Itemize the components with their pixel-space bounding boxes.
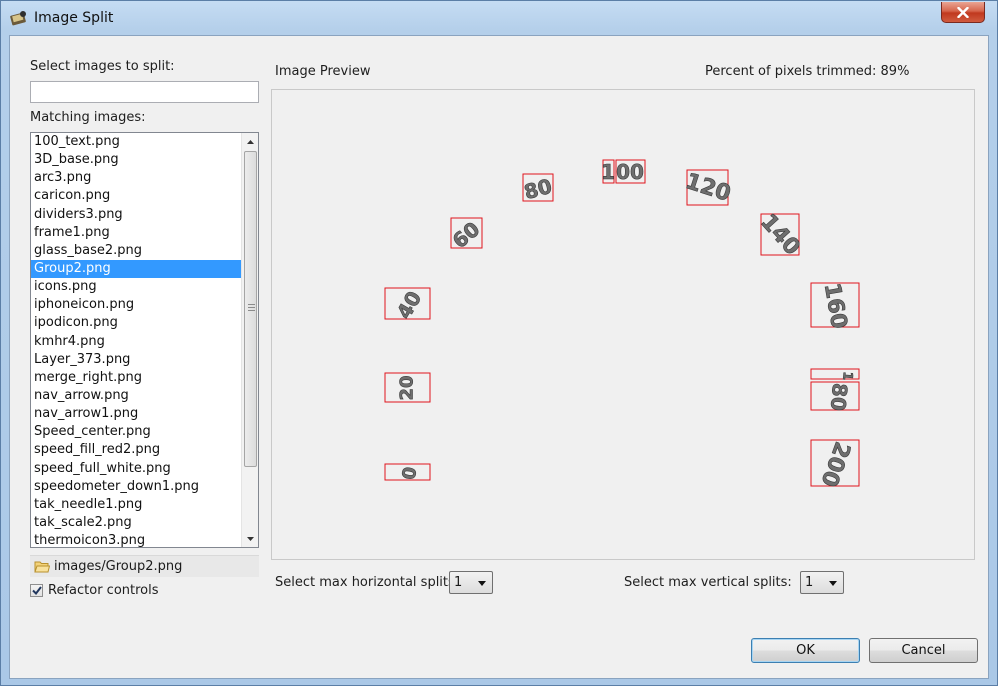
- list-item[interactable]: merge_right.png: [31, 369, 258, 387]
- scroll-up-button[interactable]: [242, 133, 258, 150]
- folder-icon: [34, 561, 50, 573]
- list-item[interactable]: kmhr4.png: [31, 333, 258, 351]
- list-item[interactable]: frame1.png: [31, 224, 258, 242]
- ok-button[interactable]: OK: [751, 638, 860, 663]
- close-icon: [957, 6, 969, 18]
- preview-number-text: 160: [819, 281, 852, 331]
- preview-number-segment: 140: [755, 209, 805, 261]
- preview-number-text: 20: [397, 375, 418, 400]
- preview-number-text: 0: [397, 465, 420, 481]
- list-item[interactable]: tak_scale2.png: [31, 514, 258, 532]
- preview-number-text: 1: [601, 160, 615, 184]
- matching-images-list[interactable]: 100_text.png 3D_base.png arc3.png caricon.p…: [30, 132, 259, 548]
- list-item[interactable]: iphoneicon.png: [31, 296, 258, 314]
- horizontal-splits-value: 1: [454, 575, 463, 590]
- dialog-body: Select images to split: Matching images:…: [9, 35, 989, 679]
- preview-number-segment: 20: [384, 372, 431, 403]
- list-item[interactable]: speed_fill_red2.png: [31, 441, 258, 459]
- list-item[interactable]: 3D_base.png: [31, 151, 258, 169]
- preview-number-segment: 160: [810, 281, 860, 331]
- list-item[interactable]: arc3.png: [31, 169, 258, 187]
- list-item[interactable]: caricon.png: [31, 187, 258, 205]
- vertical-splits-select[interactable]: 1: [800, 571, 844, 594]
- list-item[interactable]: nav_arrow.png: [31, 387, 258, 405]
- horizontal-splits-label: Select max horizontal splits:: [275, 575, 460, 590]
- chevron-up-icon: [247, 139, 254, 144]
- preview-number-segment: 00: [615, 159, 646, 184]
- select-images-label: Select images to split:: [30, 59, 175, 74]
- preview-number-segment: 1: [810, 368, 860, 381]
- preview-number-text: 40: [392, 287, 427, 323]
- preview-number-segment: 120: [682, 169, 734, 208]
- preview-image: 0204060801 00 120140160180200: [384, 159, 860, 490]
- dropdown-arrow-icon: [829, 581, 837, 586]
- cancel-button[interactable]: Cancel: [869, 638, 978, 663]
- list-item[interactable]: nav_arrow1.png: [31, 405, 258, 423]
- preview-number-text: 140: [755, 210, 804, 261]
- image-split-dialog: Image Split Select images to split: Matc…: [0, 0, 998, 686]
- list-items: 100_text.png 3D_base.png arc3.png caricon.p…: [31, 133, 258, 547]
- preview-number-segment: 200: [810, 438, 860, 490]
- image-preview-canvas: 0 20 40 60 80 1 00 120 140 160 1 80 200: [271, 89, 975, 560]
- preview-number-segment: 40: [384, 287, 431, 323]
- preview-number-text: 00: [616, 160, 644, 184]
- preview-number-text: 200: [815, 438, 854, 490]
- title-bar[interactable]: Image Split: [1, 1, 997, 35]
- vertical-splits-label: Select max vertical splits:: [624, 575, 792, 590]
- refactor-controls-checkbox[interactable]: [30, 584, 43, 597]
- checkmark-icon: [31, 586, 42, 595]
- preview-number-segment: 1: [601, 159, 615, 184]
- preview-number-text: 1: [839, 371, 855, 381]
- list-item[interactable]: tak_needle1.png: [31, 496, 258, 514]
- scroll-down-button[interactable]: [242, 530, 258, 547]
- list-item[interactable]: speed_full_white.png: [31, 460, 258, 478]
- image-filter-input[interactable]: [30, 81, 259, 103]
- list-item[interactable]: Group2.png: [31, 259, 258, 279]
- matching-images-label: Matching images:: [30, 110, 146, 125]
- list-item[interactable]: ipodicon.png: [31, 314, 258, 332]
- list-item[interactable]: glass_base2.png: [31, 242, 258, 260]
- list-item[interactable]: speedometer_down1.png: [31, 478, 258, 496]
- refactor-controls-label[interactable]: Refactor controls: [48, 583, 159, 598]
- preview-number-text: 80: [826, 382, 852, 412]
- preview-number-segment: 0: [384, 463, 431, 481]
- close-button[interactable]: [941, 2, 985, 23]
- trimmed-percent-text: Percent of pixels trimmed: 89%: [705, 64, 910, 79]
- app-icon: [10, 11, 26, 26]
- chevron-down-icon: [247, 536, 254, 541]
- list-item[interactable]: dividers3.png: [31, 206, 258, 224]
- list-item[interactable]: Speed_center.png: [31, 423, 258, 441]
- preview-number-text: 80: [521, 174, 554, 204]
- horizontal-splits-select[interactable]: 1: [449, 571, 493, 594]
- preview-number-segment: 80: [521, 173, 555, 204]
- scroll-thumb[interactable]: [244, 151, 257, 467]
- list-item[interactable]: icons.png: [31, 278, 258, 296]
- preview-number-segment: 80: [810, 381, 860, 412]
- list-item[interactable]: Layer_373.png: [31, 351, 258, 369]
- dropdown-arrow-icon: [478, 581, 486, 586]
- window-title: Image Split: [34, 10, 114, 26]
- grip-icon: [248, 304, 255, 313]
- preview-number-segment: 60: [447, 217, 484, 254]
- list-scrollbar[interactable]: [241, 133, 258, 547]
- selected-path: images/Group2.png: [54, 559, 183, 574]
- selected-path-bar: images/Group2.png: [30, 555, 259, 577]
- list-item[interactable]: 100_text.png: [31, 133, 258, 151]
- list-item[interactable]: thermoicon3.png: [31, 532, 258, 547]
- vertical-splits-value: 1: [805, 575, 814, 590]
- preview-number-text: 120: [682, 169, 733, 207]
- image-preview-label: Image Preview: [275, 64, 371, 79]
